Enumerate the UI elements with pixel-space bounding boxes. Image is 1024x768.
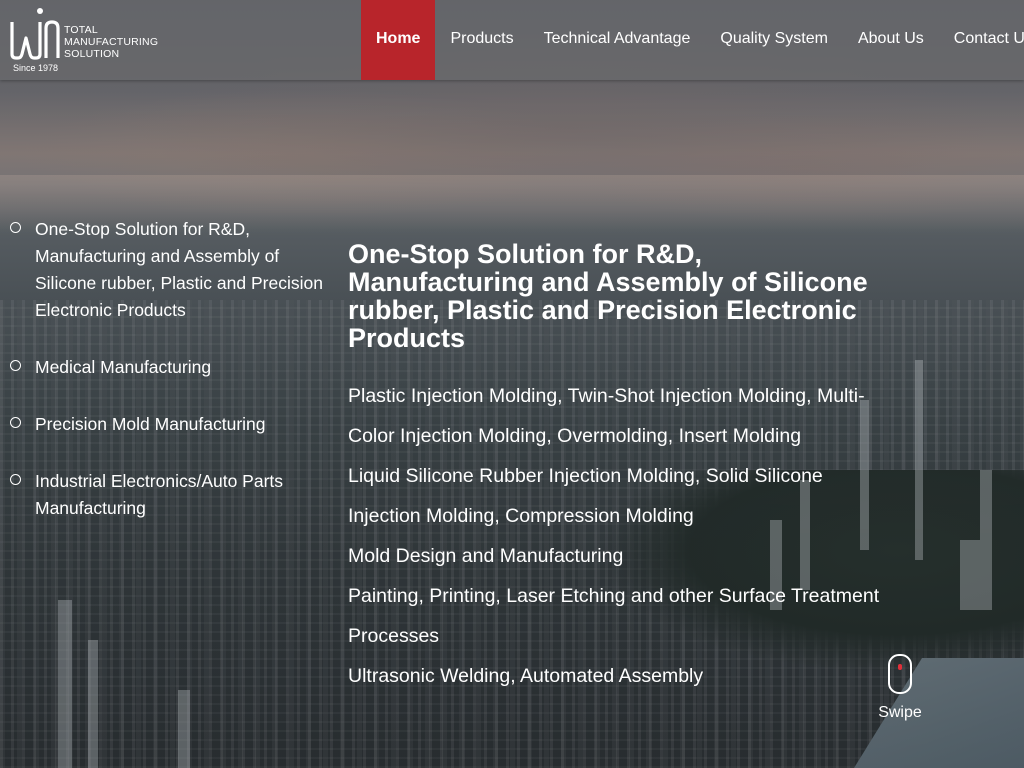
circle-bullet-icon (10, 474, 21, 485)
brand-logo[interactable]: TOTAL MANUFACTURING SOLUTION Since 1978 (10, 8, 159, 74)
hero-title: One-Stop Solution for R&D, Manufacturing… (348, 239, 868, 353)
nav-technical-advantage[interactable]: Technical Advantage (529, 0, 706, 80)
category-label: Industrial Electronics/Auto Parts Manufa… (35, 471, 284, 518)
nav-products[interactable]: Products (435, 0, 528, 80)
service-item: Plastic Injection Molding, Twin-Shot Inj… (348, 385, 865, 447)
category-item-industrial[interactable]: Industrial Electronics/Auto Parts Manufa… (10, 468, 340, 522)
category-label: Precision Mold Manufacturing (35, 414, 266, 434)
nav-home[interactable]: Home (361, 0, 436, 80)
circle-bullet-icon (10, 222, 21, 233)
circle-bullet-icon (10, 417, 21, 428)
service-item: Painting, Printing, Laser Etching and ot… (348, 585, 880, 647)
site-header: TOTAL MANUFACTURING SOLUTION Since 1978 … (0, 0, 1024, 80)
brand-since: Since 1978 (13, 63, 59, 73)
nav-about-us[interactable]: About Us (843, 0, 939, 80)
category-item-medical[interactable]: Medical Manufacturing (10, 354, 340, 381)
service-item: Ultrasonic Welding, Automated Assembly (348, 665, 704, 687)
hero-content: One-Stop Solution for R&D, Manufacturing… (348, 240, 893, 696)
service-list: Plastic Injection Molding, Twin-Shot Inj… (348, 376, 893, 696)
brand-tagline: TOTAL MANUFACTURING SOLUTION (64, 24, 159, 60)
category-label: One-Stop Solution for R&D, Manufacturing… (35, 219, 323, 320)
win-logo-icon (10, 8, 60, 60)
nav-contact-us[interactable]: Contact Us (939, 0, 1024, 80)
service-item: Liquid Silicone Rubber Injection Molding… (348, 465, 823, 527)
mouse-scroll-icon (888, 654, 912, 694)
service-category-list: One-Stop Solution for R&D, Manufacturing… (10, 216, 340, 552)
circle-bullet-icon (10, 360, 21, 371)
swipe-indicator[interactable]: Swipe (876, 654, 924, 722)
category-item-precision-mold[interactable]: Precision Mold Manufacturing (10, 411, 340, 438)
service-item: Mold Design and Manufacturing (348, 545, 624, 567)
category-label: Medical Manufacturing (35, 357, 212, 377)
swipe-label: Swipe (878, 704, 922, 721)
main-nav: Home Products Technical Advantage Qualit… (361, 0, 1024, 80)
category-item-one-stop[interactable]: One-Stop Solution for R&D, Manufacturing… (10, 216, 340, 324)
nav-quality-system[interactable]: Quality System (705, 0, 843, 80)
